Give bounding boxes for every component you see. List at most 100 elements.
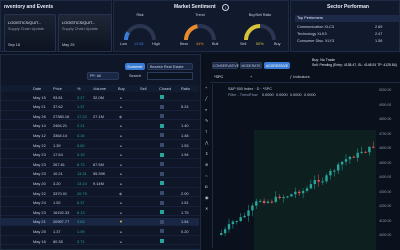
risk-gauge: Risk Low 13.58 High — [120, 13, 160, 51]
brush-icon[interactable]: ✎ — [205, 119, 208, 124]
col-volume[interactable]: Volume — [93, 86, 106, 91]
candle-body — [266, 201, 270, 203]
table-row[interactable]: May 26 27380.16 17.20 27.1M ◆ — [1, 112, 199, 121]
candle-body — [286, 196, 289, 198]
trash-icon[interactable]: ✕ — [205, 207, 208, 212]
price-tick-label: 4100.00 — [379, 218, 392, 223]
price-tick-label: 4900.00 — [379, 102, 392, 107]
search-input[interactable] — [147, 72, 193, 80]
cell-date: May 15 — [33, 94, 46, 100]
tab-moderate[interactable]: MODERATE — [240, 62, 262, 69]
text-icon[interactable]: T — [205, 130, 207, 135]
table-row[interactable]: May 15 93.81 3.27 32.0M ▲ — [1, 93, 199, 102]
candle-body — [278, 196, 281, 199]
signal-icon: ▼ — [119, 219, 123, 225]
status-indicator — [160, 171, 164, 176]
table-row[interactable]: May 23 10.21 13.31 55.39K ▲ — [1, 170, 199, 178]
price-chart[interactable] — [214, 100, 376, 250]
status-indicator — [160, 239, 164, 243]
eye-icon[interactable]: ◉ — [205, 196, 208, 201]
table-row[interactable]: May 22 1.39 5.82 1.53 ▲ — [1, 141, 199, 150]
table-row[interactable]: May 25 1.37 1.09 0.20 ▲ — [1, 227, 199, 236]
table-row[interactable]: May 21 20957.77 3.63 1.54 ▼ — [1, 217, 199, 226]
tab-conservative[interactable]: CONSERVATIVE — [212, 62, 239, 69]
pf-filter-select[interactable]: PF: All — [87, 72, 119, 80]
sentiment-panel: Market Sentiment i Risk Low 13.58 High T… — [113, 0, 289, 52]
table-row[interactable]: May 23 16192.33 8.13 1.75 ▲ — [1, 208, 199, 217]
sector-row-value: 2.47 — [375, 32, 383, 36]
zoom-icon[interactable]: ⊕ — [205, 163, 208, 168]
candle-body — [321, 181, 324, 183]
col-date[interactable]: Date — [33, 86, 41, 91]
price-tick-label: 4400.00 — [379, 175, 392, 179]
magnet-icon[interactable]: ∩ — [205, 174, 208, 179]
indicators-label: Indicators — [293, 75, 310, 79]
sector-row-name: Technology XLK3 — [297, 32, 327, 36]
fib-icon[interactable]: ≡ — [205, 108, 207, 113]
cell-ratio: 5.24 — [181, 104, 189, 110]
sector-row-name: Consumer Disc. XLY3 — [297, 39, 335, 43]
search-button[interactable]: Search — [125, 73, 145, 80]
indicators-button[interactable]: ƒ Indicators — [290, 75, 310, 80]
pattern-icon[interactable]: ⋀ — [205, 141, 208, 146]
candle-body — [344, 159, 348, 162]
chart-legend-title: S&P 500 Index · D · *SPC — [228, 87, 273, 91]
cell-ratio: 1.51 — [181, 200, 189, 206]
crosshair-icon[interactable]: + — [205, 86, 207, 91]
chart-panel: CONSERVATIVE MODERATE AGGRESSIVE Buy: No… — [202, 54, 400, 250]
col-sell[interactable]: Sell — [140, 86, 147, 91]
add-symbol-icon[interactable]: + — [250, 75, 252, 80]
gauge-dial — [184, 24, 216, 41]
event-card-subtitle: Supply Chain Update — [62, 27, 98, 31]
signal-icon: ◆ — [119, 113, 122, 119]
table-row[interactable]: May 23 267.61 8.73 87.5M ▲ — [1, 160, 199, 169]
candle-body — [313, 180, 316, 185]
cell-price: 2464.21 — [53, 123, 68, 129]
col-closed[interactable]: Closed — [159, 86, 171, 91]
candle-body — [325, 175, 328, 182]
symbol-label[interactable]: *SPC — [214, 75, 223, 80]
table-row[interactable]: May 14 2464.21 2.21 1.40 ▲ — [1, 122, 199, 130]
col-pct[interactable]: % — [77, 86, 80, 91]
lock-icon[interactable]: ◘ — [205, 185, 207, 190]
screener-button[interactable]: Screener — [125, 63, 145, 70]
cell-pct: 8.73 — [77, 161, 85, 167]
measure-icon[interactable]: ⇕ — [205, 152, 208, 157]
signal-icon: ▲ — [119, 142, 123, 148]
col-ratio[interactable]: Ratio — [181, 86, 190, 91]
table-row[interactable]: May 22 3370.01 20.79 2.00 ◆ — [1, 189, 199, 198]
col-buy[interactable]: Buy — [118, 86, 125, 91]
event-card[interactable]: LOGISTICS/QUIT... Supply Chain Update Se… — [4, 14, 56, 52]
tab-label: CONSERVATIVE — [213, 64, 239, 68]
table-row[interactable]: May 16 80.35 3.71 ▲ — [1, 237, 199, 246]
status-indicator — [160, 123, 164, 128]
candle-body — [259, 200, 262, 202]
cell-volume: 27.1M — [93, 113, 104, 119]
preset-select[interactable]: Bearish Real Estate — [147, 63, 193, 70]
cell-price: 1.52 — [53, 200, 61, 206]
tab-aggressive[interactable]: AGGRESSIVE — [264, 62, 290, 69]
gauge-label: Buy/Sell Ratio — [248, 13, 272, 17]
table-row[interactable]: May 12 3364.14 4.16 1.48 ▲ — [1, 131, 199, 140]
table-row[interactable]: May 20 3.20 13.10 9.14M ▲ — [1, 179, 199, 188]
cell-pct: 13.31 — [77, 171, 87, 177]
cell-pct: 13.10 — [77, 180, 87, 186]
table-row[interactable]: May 24 1.52 6.37 1.51 ▲ — [1, 199, 199, 207]
cell-price: 3370.01 — [53, 190, 68, 196]
table-row[interactable]: May 21 37.62 1.37 5.24 ▲ — [1, 103, 199, 111]
candle-body — [247, 210, 250, 216]
cell-ratio: 1.94 — [181, 152, 189, 158]
cell-date: May 12 — [33, 132, 46, 138]
status-indicator — [160, 210, 164, 215]
table-row[interactable]: May 23 17.64 3.19 1.94 ▲ — [1, 151, 199, 159]
candle-body — [364, 151, 367, 153]
trendline-icon[interactable]: ╱ — [205, 97, 207, 102]
cell-pct: 4.16 — [77, 132, 85, 138]
event-card[interactable]: LOGISTICS/QUIT... Supply Chain Update Ma… — [58, 14, 112, 52]
candle-body — [274, 196, 277, 202]
cell-date: May 21 — [33, 219, 46, 225]
cell-date: May 21 — [33, 104, 46, 110]
info-icon[interactable]: i — [222, 4, 229, 11]
cell-pct: 3.27 — [77, 94, 85, 100]
col-price[interactable]: Price — [53, 86, 62, 91]
